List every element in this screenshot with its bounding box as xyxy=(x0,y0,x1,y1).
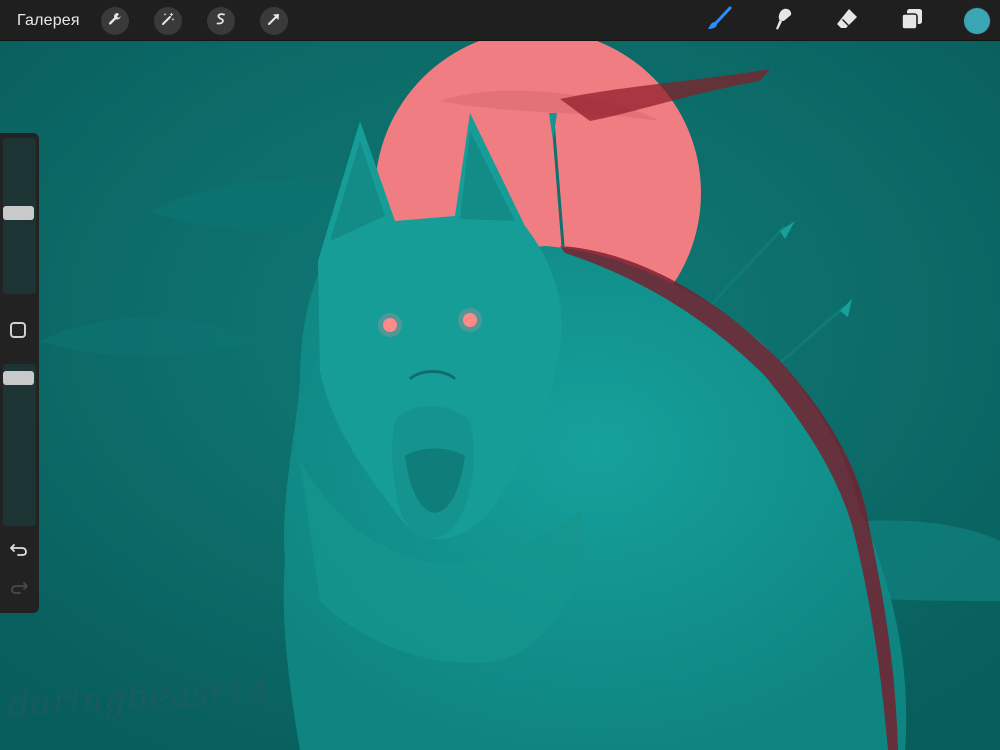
opacity-slider[interactable] xyxy=(3,364,36,526)
redo-button[interactable] xyxy=(8,579,30,599)
actions-button[interactable] xyxy=(101,7,129,35)
redo-icon xyxy=(9,579,29,600)
brush-size-handle[interactable] xyxy=(3,206,34,220)
eraser-tool-button[interactable] xyxy=(832,6,862,36)
brush-sidebar xyxy=(0,133,39,613)
transform-arrow-icon xyxy=(266,11,282,32)
eraser-icon xyxy=(834,6,860,37)
smudge-tool-button[interactable] xyxy=(768,6,798,36)
selection-button[interactable] xyxy=(207,7,235,35)
opacity-handle[interactable] xyxy=(3,371,34,385)
color-picker-button[interactable] xyxy=(964,8,990,34)
brush-tool-button[interactable] xyxy=(704,6,734,36)
smudge-icon xyxy=(770,6,796,37)
undo-button[interactable] xyxy=(8,541,30,561)
transform-button[interactable] xyxy=(260,7,288,35)
top-toolbar: Галерея xyxy=(0,0,1000,41)
gallery-button[interactable]: Галерея xyxy=(17,10,80,32)
brush-icon xyxy=(705,5,733,38)
adjustments-button[interactable] xyxy=(154,7,182,35)
wrench-icon xyxy=(107,11,123,32)
layers-icon xyxy=(899,6,925,37)
layers-button[interactable] xyxy=(897,6,927,36)
modify-button[interactable] xyxy=(10,322,26,338)
drawing-canvas[interactable]: daringbeast14 xyxy=(0,41,1000,750)
magic-wand-icon xyxy=(160,11,176,32)
undo-icon xyxy=(9,541,29,562)
wolf-artwork xyxy=(0,41,1000,750)
selection-icon xyxy=(213,11,229,32)
